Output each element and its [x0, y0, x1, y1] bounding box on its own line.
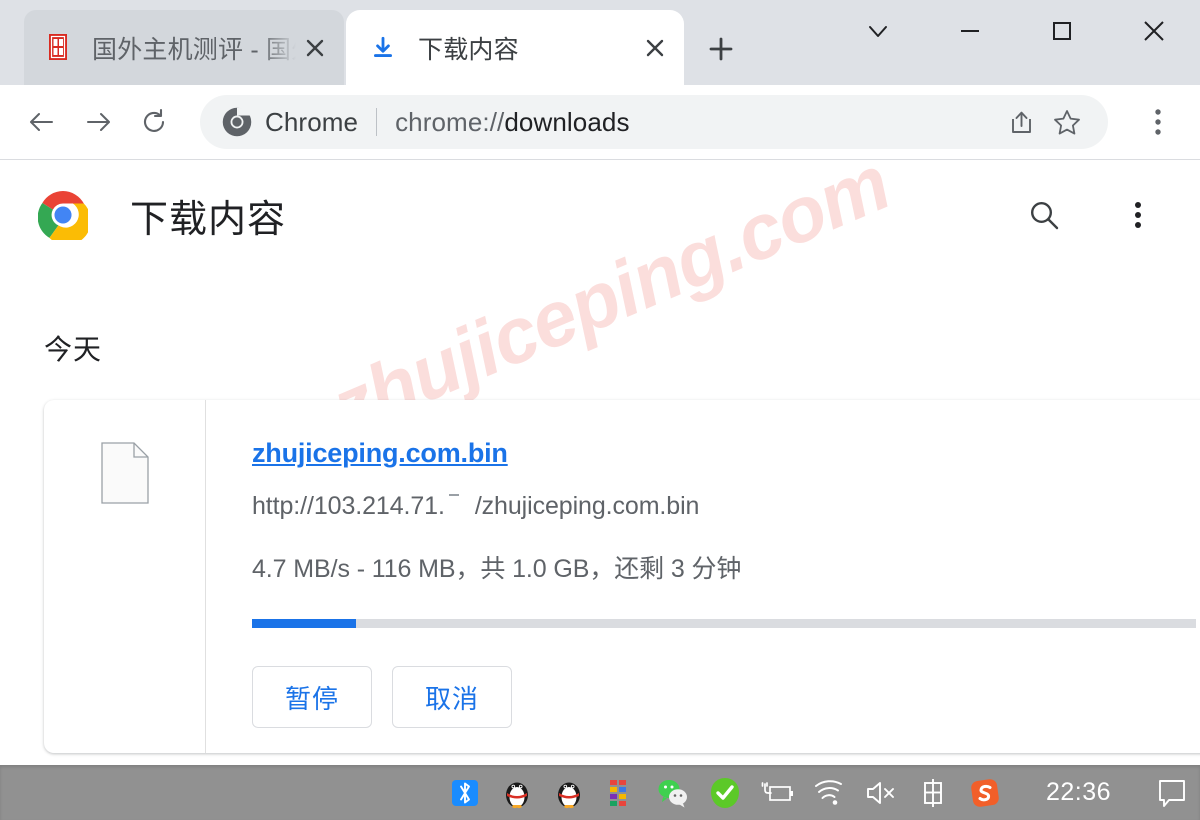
three-dots-vertical-icon: [1135, 202, 1141, 228]
downloads-menu-button[interactable]: [1110, 187, 1166, 243]
chrome-icon: [222, 107, 252, 137]
minimize-icon: [961, 30, 979, 32]
tab-strip: 国外主机测评 - 国外 下载内容: [0, 0, 1200, 85]
download-filename-link[interactable]: zhujiceping.com.bin: [252, 438, 508, 469]
arrow-left-icon: [30, 113, 53, 131]
bookmark-button[interactable]: [1044, 99, 1090, 145]
tab-downloads[interactable]: 下载内容: [346, 10, 684, 85]
address-bar[interactable]: Chrome chrome://downloads: [200, 95, 1108, 149]
pause-button[interactable]: 暂停: [252, 666, 372, 728]
search-downloads-button[interactable]: [1016, 187, 1072, 243]
wifi-icon[interactable]: [812, 776, 846, 810]
notification-icon[interactable]: [1155, 776, 1189, 810]
arrow-right-icon: [87, 113, 110, 131]
windows-taskbar: 22:36: [0, 765, 1200, 820]
download-source-url: http://103.214.71. /zhujiceping.com.bin: [252, 492, 1200, 521]
download-url-redacted-octet: [445, 492, 475, 521]
omnibox-separator: [376, 108, 378, 136]
tab-close-button[interactable]: [636, 29, 674, 67]
battery-charging-icon[interactable]: [760, 776, 794, 810]
download-item-details: zhujiceping.com.bin http://103.214.71. /…: [206, 400, 1200, 753]
three-dots-vertical-icon: [1155, 109, 1161, 135]
star-icon: [1054, 110, 1080, 135]
tab-close-button[interactable]: [296, 29, 334, 67]
close-icon: [646, 39, 664, 56]
qq-icon-1[interactable]: [500, 776, 534, 810]
system-tray: 22:36: [448, 765, 1189, 820]
date-group-label: 今天: [44, 334, 103, 365]
reload-button[interactable]: [126, 94, 182, 150]
omnibox-url: chrome://downloads: [395, 107, 998, 138]
download-file-icon-column: [44, 400, 206, 753]
green-check-icon[interactable]: [708, 776, 742, 810]
download-actions: 暂停 取消: [252, 666, 1200, 728]
download-progress-bar: [252, 619, 1196, 628]
color-grid-icon[interactable]: [604, 776, 638, 810]
search-icon: [1030, 201, 1059, 230]
tab-guowai-zhuji[interactable]: 国外主机测评 - 国外: [24, 10, 344, 85]
wechat-icon[interactable]: [656, 776, 690, 810]
downloads-page: zhujiceping.com 下载内容 今天 zhujiceping.com.…: [0, 160, 1200, 765]
omnibox-url-scheme: chrome://: [395, 106, 505, 137]
ime-chinese-icon[interactable]: [916, 776, 950, 810]
new-tab-button[interactable]: [698, 26, 744, 72]
close-icon: [1144, 21, 1164, 41]
cancel-button[interactable]: 取消: [392, 666, 512, 728]
plus-icon: [709, 37, 733, 61]
sogou-icon[interactable]: [968, 776, 1002, 810]
browser-menu-button[interactable]: [1130, 94, 1186, 150]
downloads-header: 下载内容: [0, 160, 1200, 270]
tab-title: 国外主机测评 - 国外: [92, 35, 296, 64]
share-icon: [1011, 111, 1031, 133]
back-button[interactable]: [14, 94, 70, 150]
close-window-button[interactable]: [1108, 0, 1200, 62]
maximize-icon: [1053, 22, 1071, 40]
chrome-logo: [38, 191, 88, 240]
page-title: 下载内容: [130, 198, 287, 241]
download-url-part1: http://103.214.71.: [252, 492, 445, 520]
omnibox-url-path: downloads: [504, 106, 630, 137]
maximize-button[interactable]: [1016, 0, 1108, 62]
chevron-down-icon: [869, 26, 887, 37]
close-icon: [306, 39, 324, 56]
window-controls: [832, 0, 1200, 62]
download-status-text: 4.7 MB/s - 116 MB，共 1.0 GB，还剩 3 分钟: [252, 555, 742, 583]
download-item-card: zhujiceping.com.bin http://103.214.71. /…: [44, 400, 1200, 753]
red-seal-favicon: [49, 33, 67, 60]
volume-muted-icon[interactable]: [864, 776, 898, 810]
omnibox-brand-label: Chrome: [265, 106, 359, 137]
browser-window: 国外主机测评 - 国外 下载内容 Chrome chrome://downloa…: [0, 0, 1200, 820]
download-url-part2: /zhujiceping.com.bin: [474, 492, 700, 520]
minimize-button[interactable]: [924, 0, 1016, 62]
download-progress-fill: [252, 619, 356, 628]
forward-button[interactable]: [70, 94, 126, 150]
bluetooth-icon[interactable]: [448, 776, 482, 810]
qq-icon-2[interactable]: [552, 776, 586, 810]
share-button[interactable]: [998, 99, 1044, 145]
tab-search-button[interactable]: [832, 0, 924, 62]
download-icon: [374, 36, 392, 57]
generic-file-icon: [100, 442, 149, 504]
browser-toolbar: Chrome chrome://downloads: [0, 85, 1200, 160]
reload-icon: [144, 108, 165, 132]
taskbar-clock[interactable]: 22:36: [1046, 778, 1111, 807]
tab-title: 下载内容: [418, 35, 519, 64]
